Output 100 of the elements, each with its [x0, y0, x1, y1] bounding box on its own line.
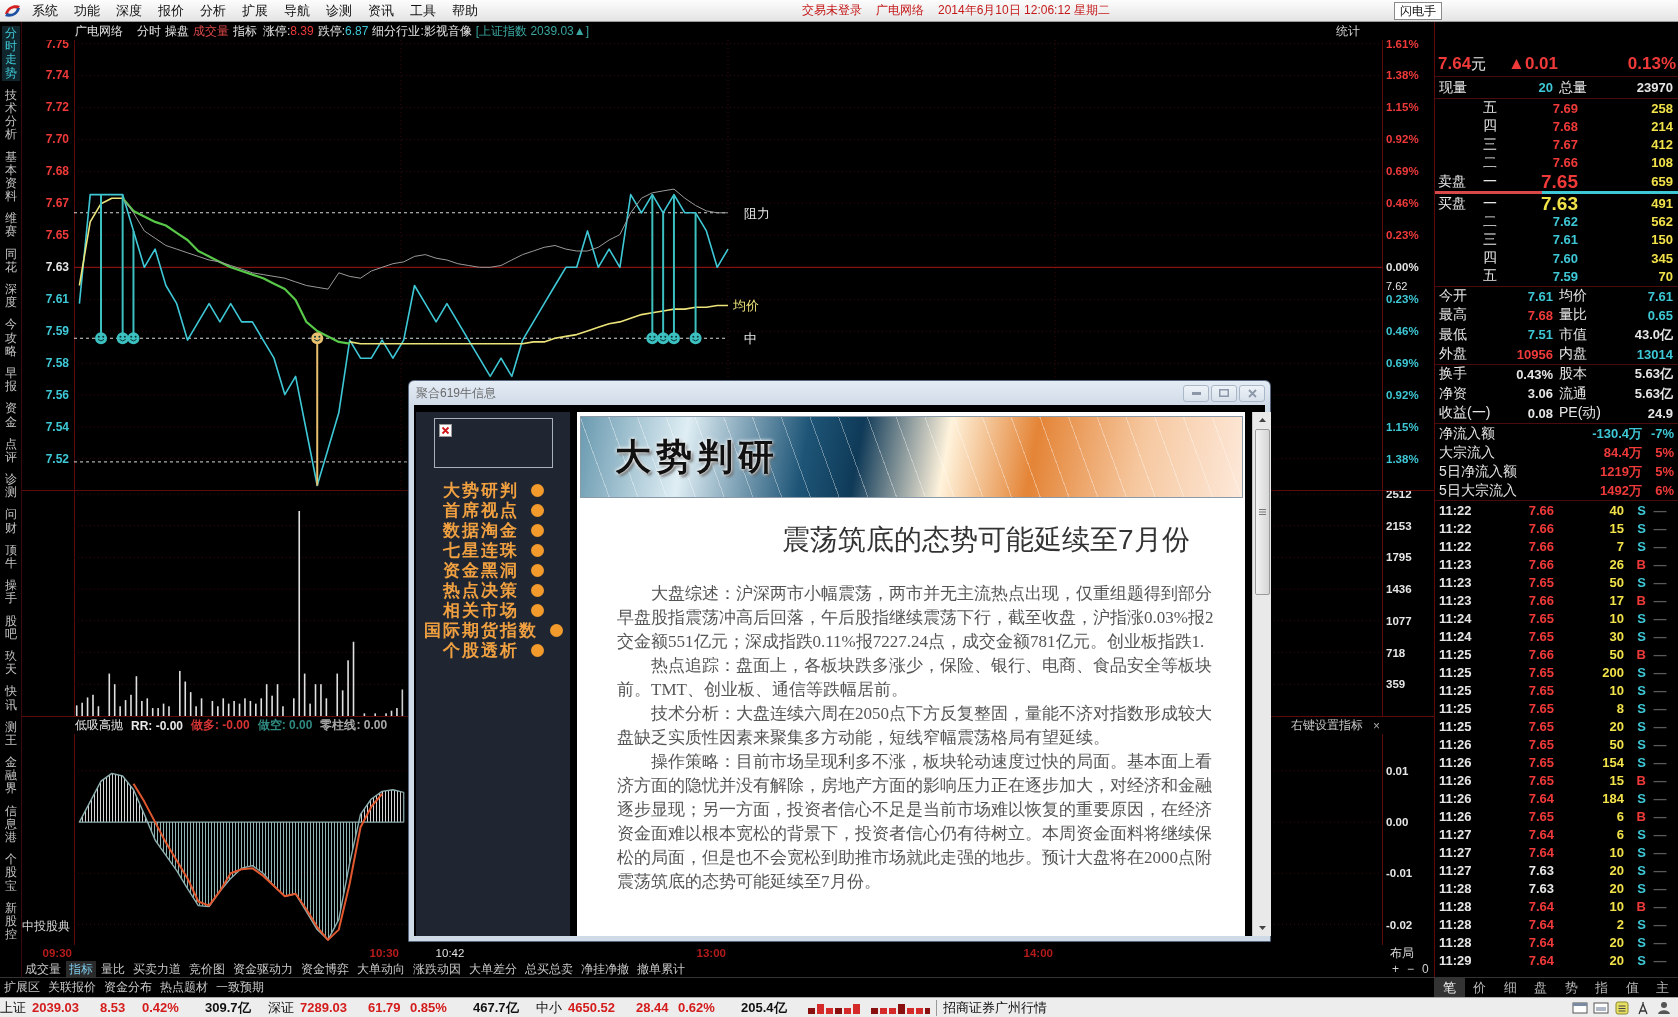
indicator-tab[interactable]: 买卖力道	[130, 960, 184, 977]
extension-tab[interactable]: 资金分布	[102, 979, 154, 996]
extension-tab[interactable]: 关联报价	[46, 979, 98, 996]
side-tab[interactable]: 测王	[1, 719, 20, 749]
side-tab[interactable]: 股吧	[1, 613, 20, 642]
side-tab[interactable]: 玖天	[1, 648, 20, 678]
price-axis-label: 7.72	[45, 100, 69, 115]
menu-item[interactable]: 分析	[192, 0, 234, 21]
chart-toggle[interactable]: 操盘	[163, 22, 191, 40]
menu-item[interactable]: 导航	[276, 0, 318, 21]
indicator-tab[interactable]: 指标	[66, 960, 96, 977]
side-tab[interactable]: 操手	[1, 578, 20, 607]
zoom-button[interactable]: −	[1405, 961, 1417, 976]
trade-side: S	[1636, 664, 1646, 680]
side-tab[interactable]: 基本资料	[1, 149, 20, 205]
extension-tab[interactable]: 一致预期	[214, 979, 266, 996]
detail-tab[interactable]: 值	[1617, 978, 1648, 997]
detail-tab[interactable]: 笔	[1434, 978, 1465, 997]
trade-mark: —	[1652, 556, 1668, 572]
menu-item[interactable]: 系统	[24, 0, 66, 21]
side-tab[interactable]: 分时走势	[1, 26, 20, 81]
side-tab[interactable]: 个股宝	[1, 852, 20, 894]
chart-toggle[interactable]: 分时	[135, 22, 163, 40]
indicator-tab[interactable]: 涨跌动因	[410, 960, 464, 977]
indicator-tab[interactable]: 撤单累计	[634, 960, 688, 977]
close-button[interactable]	[1239, 384, 1265, 402]
trade-volume: 50	[1608, 574, 1624, 590]
nav-link[interactable]: 个股透析	[416, 641, 570, 660]
scrollbar-thumb[interactable]	[1254, 429, 1270, 595]
detail-tab[interactable]: 价	[1464, 978, 1495, 997]
indicator-tab[interactable]: 竞价图	[186, 960, 228, 977]
side-tab[interactable]: 快讯	[1, 684, 20, 713]
trade-volume: 26	[1608, 556, 1624, 572]
detail-tab[interactable]: 细	[1495, 978, 1526, 997]
side-tab[interactable]: 新股控	[1, 900, 20, 943]
zoom-button[interactable]: +	[1390, 961, 1401, 976]
indicator-tab[interactable]: 总买总卖	[522, 960, 576, 977]
menu-item[interactable]: 报价	[150, 0, 192, 21]
scrollbar-track[interactable]	[1252, 412, 1271, 936]
indicator-tab[interactable]: 资金博弈	[298, 960, 352, 977]
nav-link[interactable]: 资金黑洞	[416, 561, 570, 580]
menu-item[interactable]: 工具	[402, 0, 444, 21]
trade-volume: 20	[1608, 952, 1624, 968]
broken-image-icon	[439, 424, 452, 437]
zoom-button[interactable]: 0	[1420, 961, 1431, 976]
side-tab[interactable]: 技术分析	[1, 87, 20, 143]
detail-tab[interactable]: 盘	[1525, 978, 1556, 997]
nav-link[interactable]: 国际期货指数	[416, 621, 570, 640]
side-tab[interactable]: 诊测	[1, 472, 20, 501]
index-change: 8.53	[100, 1000, 127, 1015]
stats-button[interactable]: 统计	[1336, 22, 1360, 40]
indicator-tab[interactable]: 资金驱动力	[230, 960, 296, 977]
trade-mark: —	[1652, 754, 1668, 770]
stat-value: 10956	[1515, 346, 1553, 362]
nav-link[interactable]: 七星连珠	[416, 541, 570, 560]
stat-label: 均价	[1558, 287, 1588, 306]
side-tab[interactable]: 资金	[1, 401, 20, 430]
detail-tab[interactable]: 主	[1647, 978, 1678, 997]
indicator-tab[interactable]: 量比	[98, 960, 128, 977]
nav-link[interactable]: 热点决策	[416, 581, 570, 600]
side-tab[interactable]: 早报	[1, 365, 20, 395]
menu-item[interactable]: 帮助	[444, 0, 486, 21]
side-tab[interactable]: 同花	[1, 246, 20, 275]
menu-item[interactable]: 资讯	[360, 0, 402, 21]
indicator-tab[interactable]: 净挂净撤	[578, 960, 632, 977]
extension-tab[interactable]: 扩展区	[2, 979, 42, 996]
dot-icon	[530, 603, 544, 617]
chart-toggle[interactable]: 成交量	[191, 22, 231, 40]
extension-tab[interactable]: 热点题材	[158, 979, 210, 996]
quick-order-button[interactable]: 闪电手	[1394, 1, 1442, 20]
nav-link[interactable]: 大势研判	[416, 481, 570, 500]
side-tab[interactable]: 今攻略	[1, 317, 20, 359]
indicator-tab[interactable]: 成交量	[22, 960, 64, 977]
side-tab[interactable]: 深度	[1, 282, 20, 311]
minimize-button[interactable]	[1183, 384, 1209, 402]
indicator-tab[interactable]: 大单差分	[466, 960, 520, 977]
side-tab[interactable]: 点评	[1, 436, 20, 466]
side-tab[interactable]: 维赛	[1, 211, 20, 240]
menu-item[interactable]: 扩展	[234, 0, 276, 21]
trade-side: S	[1636, 682, 1646, 698]
industry-text: 细分行业:影视音像	[372, 22, 472, 40]
side-tab[interactable]: 问财	[1, 507, 20, 536]
chart-toggle[interactable]: 指标	[231, 22, 259, 40]
menu-item[interactable]: 功能	[66, 0, 108, 21]
detail-tab[interactable]: 势	[1556, 978, 1587, 997]
nav-link[interactable]: 首席视点	[416, 501, 570, 520]
side-tab[interactable]: 顶牛	[1, 542, 20, 572]
menu-item[interactable]: 深度	[108, 0, 150, 21]
side-tab[interactable]: 金融界	[1, 755, 20, 797]
layout-button[interactable]: 布局	[1390, 945, 1414, 960]
maximize-button[interactable]	[1211, 384, 1237, 402]
indicator-tab[interactable]: 大单动向	[354, 960, 408, 977]
flow-amount: -130.4万	[1591, 424, 1642, 443]
book-price: 7.65	[1540, 172, 1578, 191]
menu-item[interactable]: 诊测	[318, 0, 360, 21]
side-tab[interactable]: 信息港	[1, 803, 20, 846]
detail-tab[interactable]: 指	[1586, 978, 1617, 997]
close-button[interactable]: ×	[1371, 718, 1382, 733]
nav-link[interactable]: 数据淘金	[416, 521, 570, 540]
nav-link[interactable]: 相关市场	[416, 601, 570, 620]
